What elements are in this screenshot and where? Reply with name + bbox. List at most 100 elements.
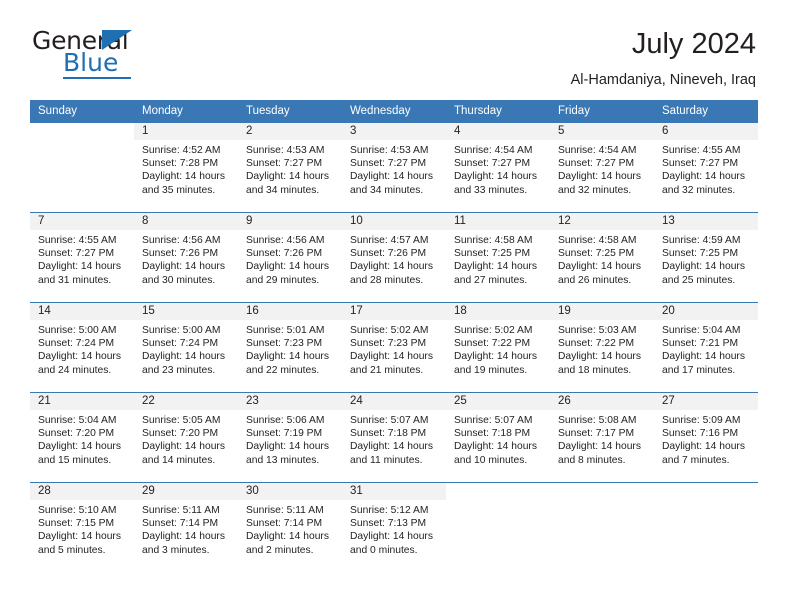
day-number: 19 — [550, 303, 654, 320]
day-details: Sunrise: 5:12 AM Sunset: 7:13 PM Daylight:… — [342, 500, 446, 557]
day-detail-line: and 13 minutes. — [246, 454, 320, 466]
calendar-day-cell-29[interactable]: 29 Sunrise: 5:11 AM Sunset: 7:14 PM Dayligh… — [134, 482, 238, 573]
day-detail-line: Sunrise: 5:02 AM — [350, 325, 429, 336]
day-number: 7 — [30, 213, 134, 230]
day-detail-line: Daylight: 14 hours — [350, 171, 433, 183]
day-details: Sunrise: 4:52 AM Sunset: 7:28 PM Daylight:… — [134, 140, 238, 197]
calendar-day-cell-27[interactable]: 27 Sunrise: 5:09 AM Sunset: 7:16 PM Dayligh… — [654, 392, 758, 483]
day-detail-line: Daylight: 14 hours — [142, 441, 225, 453]
calendar-day-cell-2[interactable]: 2 Sunrise: 4:53 AM Sunset: 7:27 PM Daylight… — [238, 122, 342, 213]
weekday-header-tuesday: Tuesday — [238, 100, 342, 123]
day-number: 16 — [238, 303, 342, 320]
calendar-day-cell-empty — [550, 482, 654, 573]
day-details: Sunrise: 4:56 AM Sunset: 7:26 PM Daylight:… — [238, 230, 342, 287]
calendar-header-row: Sunday Monday Tuesday Wednesday Thursday Frid… — [30, 100, 758, 123]
calendar-day-cell-14[interactable]: 14 Sunrise: 5:00 AM Sunset: 7:24 PM Dayligh… — [30, 302, 134, 393]
day-number: 6 — [654, 123, 758, 140]
day-detail-line: Daylight: 14 hours — [142, 351, 225, 363]
calendar-day-cell-19[interactable]: 19 Sunrise: 5:03 AM Sunset: 7:22 PM Dayligh… — [550, 302, 654, 393]
calendar-day-cell-28[interactable]: 28 Sunrise: 5:10 AM Sunset: 7:15 PM Dayligh… — [30, 482, 134, 573]
weekday-header-wednesday: Wednesday — [342, 100, 446, 123]
calendar-week-row: 1 Sunrise: 4:52 AM Sunset: 7:28 PM Daylight… — [30, 122, 758, 213]
calendar-day-cell-4[interactable]: 4 Sunrise: 4:54 AM Sunset: 7:27 PM Daylight… — [446, 122, 550, 213]
day-detail-line: Daylight: 14 hours — [454, 351, 537, 363]
day-detail-line: Daylight: 14 hours — [246, 441, 329, 453]
day-detail-line: Sunrise: 5:11 AM — [246, 505, 324, 516]
day-detail-line: Daylight: 14 hours — [558, 261, 641, 273]
calendar-day-cell-30[interactable]: 30 Sunrise: 5:11 AM Sunset: 7:14 PM Dayligh… — [238, 482, 342, 573]
day-details: Sunrise: 4:53 AM Sunset: 7:27 PM Daylight:… — [238, 140, 342, 197]
calendar-day-cell-8[interactable]: 8 Sunrise: 4:56 AM Sunset: 7:26 PM Daylight… — [134, 212, 238, 303]
day-detail-line: and 30 minutes. — [142, 274, 216, 286]
day-detail-line: Sunset: 7:18 PM — [454, 428, 531, 440]
calendar-day-cell-26[interactable]: 26 Sunrise: 5:08 AM Sunset: 7:17 PM Dayligh… — [550, 392, 654, 483]
day-number: 21 — [30, 393, 134, 410]
day-number: 4 — [446, 123, 550, 140]
day-number: 28 — [30, 483, 134, 500]
day-detail-line: Daylight: 14 hours — [142, 531, 225, 543]
day-number: 24 — [342, 393, 446, 410]
day-number: 5 — [550, 123, 654, 140]
calendar-day-cell-18[interactable]: 18 Sunrise: 5:02 AM Sunset: 7:22 PM Dayligh… — [446, 302, 550, 393]
calendar-day-cell-7[interactable]: 7 Sunrise: 4:55 AM Sunset: 7:27 PM Daylight… — [30, 212, 134, 303]
day-number: 29 — [134, 483, 238, 500]
calendar-day-cell-5[interactable]: 5 Sunrise: 4:54 AM Sunset: 7:27 PM Daylight… — [550, 122, 654, 213]
day-detail-line: Daylight: 14 hours — [662, 351, 745, 363]
calendar-day-cell-22[interactable]: 22 Sunrise: 5:05 AM Sunset: 7:20 PM Dayligh… — [134, 392, 238, 483]
day-detail-line: Daylight: 14 hours — [350, 351, 433, 363]
calendar-table: Sunday Monday Tuesday Wednesday Thursday Frid… — [30, 100, 758, 573]
day-detail-line: and 24 minutes. — [38, 364, 112, 376]
logo-underline — [63, 77, 131, 79]
calendar-day-cell-20[interactable]: 20 Sunrise: 5:04 AM Sunset: 7:21 PM Dayligh… — [654, 302, 758, 393]
day-details: Sunrise: 5:00 AM Sunset: 7:24 PM Daylight:… — [134, 320, 238, 377]
day-number: 3 — [342, 123, 446, 140]
calendar-day-cell-13[interactable]: 13 Sunrise: 4:59 AM Sunset: 7:25 PM Dayligh… — [654, 212, 758, 303]
calendar-day-cell-24[interactable]: 24 Sunrise: 5:07 AM Sunset: 7:18 PM Dayligh… — [342, 392, 446, 483]
day-detail-line: Sunset: 7:21 PM — [662, 338, 739, 350]
calendar-week-row: 14 Sunrise: 5:00 AM Sunset: 7:24 PM Dayligh… — [30, 302, 758, 393]
day-details: Sunrise: 4:59 AM Sunset: 7:25 PM Daylight:… — [654, 230, 758, 287]
calendar-day-cell-3[interactable]: 3 Sunrise: 4:53 AM Sunset: 7:27 PM Daylight… — [342, 122, 446, 213]
day-detail-line: and 33 minutes. — [454, 184, 528, 196]
day-number: 25 — [446, 393, 550, 410]
calendar-day-cell-21[interactable]: 21 Sunrise: 5:04 AM Sunset: 7:20 PM Dayligh… — [30, 392, 134, 483]
day-detail-line: Sunset: 7:19 PM — [246, 428, 323, 440]
day-detail-line: and 35 minutes. — [142, 184, 216, 196]
day-detail-line: Daylight: 14 hours — [38, 261, 121, 273]
day-number: 12 — [550, 213, 654, 230]
calendar-day-cell-16[interactable]: 16 Sunrise: 5:01 AM Sunset: 7:23 PM Dayligh… — [238, 302, 342, 393]
calendar-day-cell-10[interactable]: 10 Sunrise: 4:57 AM Sunset: 7:26 PM Dayligh… — [342, 212, 446, 303]
calendar-day-cell-15[interactable]: 15 Sunrise: 5:00 AM Sunset: 7:24 PM Dayligh… — [134, 302, 238, 393]
calendar-day-cell-9[interactable]: 9 Sunrise: 4:56 AM Sunset: 7:26 PM Daylight… — [238, 212, 342, 303]
day-detail-line: Sunset: 7:15 PM — [38, 518, 115, 530]
day-details: Sunrise: 5:11 AM Sunset: 7:14 PM Daylight:… — [134, 500, 238, 557]
day-details: Sunrise: 5:03 AM Sunset: 7:22 PM Daylight:… — [550, 320, 654, 377]
day-detail-line: Sunset: 7:18 PM — [350, 428, 427, 440]
day-detail-line: Sunrise: 5:06 AM — [246, 415, 325, 426]
day-detail-line: Sunrise: 5:04 AM — [662, 325, 741, 336]
day-detail-line: Daylight: 14 hours — [246, 171, 329, 183]
calendar-day-cell-1[interactable]: 1 Sunrise: 4:52 AM Sunset: 7:28 PM Daylight… — [134, 122, 238, 213]
day-detail-line: and 32 minutes. — [558, 184, 632, 196]
day-detail-line: and 15 minutes. — [38, 454, 112, 466]
calendar-day-cell-25[interactable]: 25 Sunrise: 5:07 AM Sunset: 7:18 PM Dayligh… — [446, 392, 550, 483]
calendar-day-cell-11[interactable]: 11 Sunrise: 4:58 AM Sunset: 7:25 PM Dayligh… — [446, 212, 550, 303]
day-detail-line: Sunrise: 4:58 AM — [454, 235, 533, 246]
day-detail-line: and 28 minutes. — [350, 274, 424, 286]
day-detail-line: and 32 minutes. — [662, 184, 736, 196]
calendar-day-cell-31[interactable]: 31 Sunrise: 5:12 AM Sunset: 7:13 PM Dayligh… — [342, 482, 446, 573]
day-detail-line: Sunrise: 5:07 AM — [454, 415, 533, 426]
day-number: 20 — [654, 303, 758, 320]
day-detail-line: Sunset: 7:20 PM — [38, 428, 115, 440]
calendar-day-cell-6[interactable]: 6 Sunrise: 4:55 AM Sunset: 7:27 PM Daylight… — [654, 122, 758, 213]
day-details: Sunrise: 4:54 AM Sunset: 7:27 PM Daylight:… — [550, 140, 654, 197]
calendar-day-cell-12[interactable]: 12 Sunrise: 4:58 AM Sunset: 7:25 PM Dayligh… — [550, 212, 654, 303]
page-header: General Blue July 2024 Al-Hamdaniya, Nin… — [0, 0, 792, 100]
calendar-day-cell-17[interactable]: 17 Sunrise: 5:02 AM Sunset: 7:23 PM Dayligh… — [342, 302, 446, 393]
day-detail-line: Sunset: 7:25 PM — [454, 248, 531, 260]
calendar-day-cell-23[interactable]: 23 Sunrise: 5:06 AM Sunset: 7:19 PM Dayligh… — [238, 392, 342, 483]
day-detail-line: Sunset: 7:27 PM — [558, 158, 635, 170]
day-detail-line: Sunrise: 5:02 AM — [454, 325, 533, 336]
title-block: July 2024 Al-Hamdaniya, Nineveh, Iraq — [571, 26, 756, 88]
day-detail-line: Sunset: 7:28 PM — [142, 158, 219, 170]
